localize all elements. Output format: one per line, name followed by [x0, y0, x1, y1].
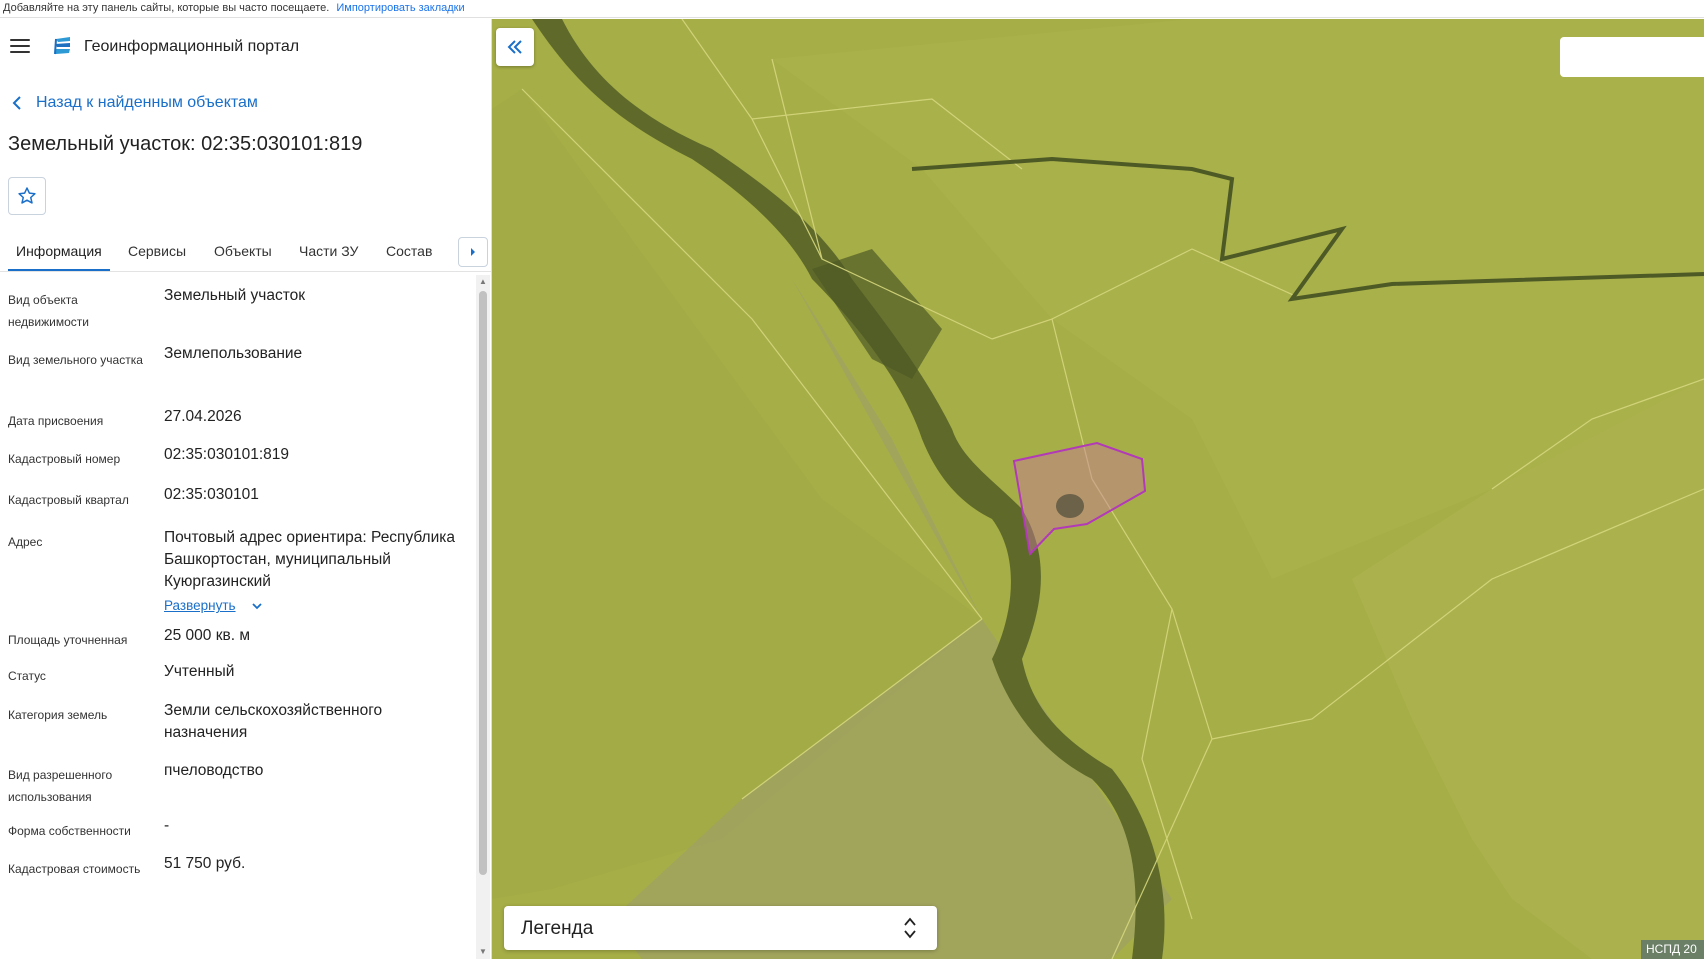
- bookmarks-bar-text: Добавляйте на эту панель сайты, которые …: [3, 2, 330, 14]
- hamburger-menu-icon[interactable]: [10, 39, 30, 53]
- portal-logo-icon: [54, 37, 70, 55]
- property-label: Вид земельного участка: [8, 353, 143, 367]
- property-value: -: [164, 817, 170, 834]
- expand-collapse-icon: [904, 917, 916, 939]
- property-value: пчеловодство: [164, 762, 264, 779]
- property-label: Вид разрешенного использования: [8, 768, 113, 804]
- object-title: Земельный участок: 02:35:030101:819: [8, 133, 363, 155]
- portal-title: Геоинформационный портал: [84, 38, 300, 55]
- tab-objects[interactable]: Объекты: [214, 243, 272, 259]
- property-value: Учтенный: [164, 663, 235, 680]
- star-outline-icon: [18, 187, 36, 204]
- property-list-scrollbar[interactable]: ▲ ▼: [476, 275, 490, 959]
- tab-composition[interactable]: Состав: [386, 243, 432, 259]
- scroll-up-arrow-icon[interactable]: ▲: [476, 275, 490, 289]
- property-label: Форма собственности: [8, 824, 131, 838]
- property-value: 27.04.2026: [164, 408, 242, 425]
- property-value: 02:35:030101:819: [164, 446, 289, 463]
- info-tabs: Информация Сервисы Объекты Части ЗУ Сост…: [0, 235, 491, 272]
- property-label: Кадастровый номер: [8, 452, 121, 466]
- double-chevron-left-icon: [507, 40, 522, 54]
- import-bookmarks-link[interactable]: Импортировать закладки: [336, 2, 464, 14]
- legend-label: Легенда: [521, 918, 594, 939]
- scrollbar-thumb[interactable]: [479, 291, 487, 875]
- collapse-panel-button[interactable]: [496, 28, 534, 66]
- tab-services[interactable]: Сервисы: [128, 243, 186, 259]
- bookmarks-bar: Добавляйте на эту панель сайты, которые …: [0, 0, 1704, 18]
- back-link-label: Назад к найденным объектам: [36, 94, 258, 111]
- property-value: Почтовый адрес ориентира: Республика Баш…: [164, 527, 464, 617]
- object-info-panel: Геоинформационный портал Назад к найденн…: [0, 19, 492, 959]
- property-label: Вид объекта недвижимости: [8, 293, 89, 329]
- satellite-map-image: [492, 19, 1704, 959]
- expand-address-link[interactable]: Развернуть: [164, 598, 236, 613]
- property-label: Площадь уточненная: [8, 633, 128, 647]
- portal-header: Геоинформационный портал: [0, 19, 491, 75]
- property-list: Вид объекта недвижимости Земельный участ…: [0, 275, 475, 959]
- caret-right-icon: [471, 248, 475, 256]
- tab-information[interactable]: Информация: [8, 243, 110, 271]
- property-label: Дата присвоения: [8, 414, 104, 428]
- chevron-down-icon[interactable]: [252, 603, 262, 610]
- property-label: Статус: [8, 669, 46, 683]
- property-value: 25 000 кв. м: [164, 627, 250, 644]
- tabs-scroll-right-button[interactable]: [458, 237, 488, 267]
- map-attribution: НСПД 20: [1641, 940, 1704, 959]
- legend-panel[interactable]: Легенда: [504, 906, 937, 950]
- property-value: Земельный участок: [164, 287, 306, 304]
- map-view[interactable]: [492, 19, 1704, 959]
- property-label: Кадастровая стоимость: [8, 862, 141, 876]
- property-label: Категория земель: [8, 708, 108, 722]
- property-value: 02:35:030101: [164, 486, 259, 503]
- address-text: Почтовый адрес ориентира: Республика Баш…: [164, 529, 456, 590]
- chevron-left-icon: [12, 96, 21, 110]
- favorite-button[interactable]: [8, 177, 46, 215]
- scroll-down-arrow-icon[interactable]: ▼: [476, 945, 490, 959]
- property-value: Земли сельскохозяйственного назначения: [164, 702, 383, 741]
- tab-parts[interactable]: Части ЗУ: [299, 243, 358, 259]
- property-label: Адрес: [8, 535, 43, 549]
- map-search-box[interactable]: [1560, 37, 1704, 77]
- back-to-results-link[interactable]: Назад к найденным объектам: [12, 94, 258, 112]
- property-value: Землепользование: [164, 345, 303, 362]
- property-value: 51 750 руб.: [164, 855, 246, 872]
- property-label: Кадастровый квартал: [8, 493, 129, 507]
